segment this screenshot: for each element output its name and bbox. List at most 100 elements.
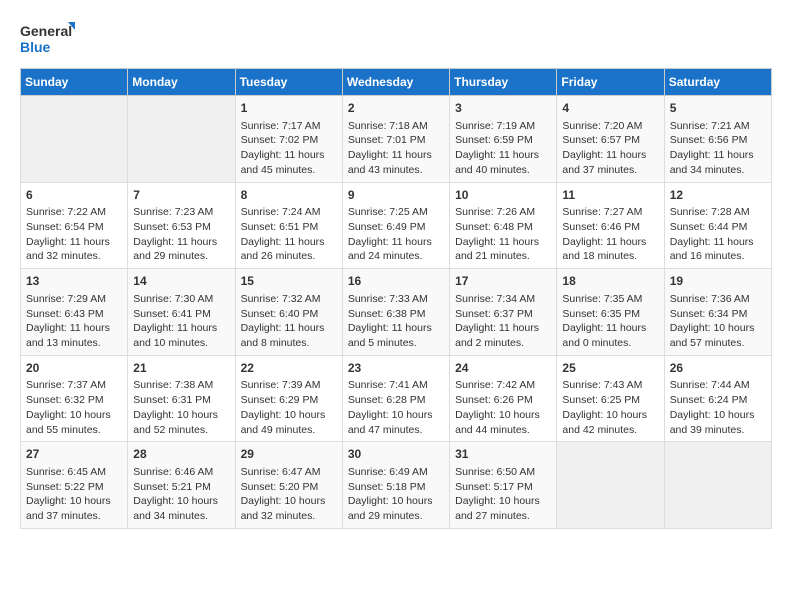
sunset-text: Sunset: 6:48 PM	[455, 221, 533, 233]
sunrise-text: Sunrise: 7:23 AM	[133, 206, 213, 218]
calendar-week-row: 20Sunrise: 7:37 AMSunset: 6:32 PMDayligh…	[21, 355, 772, 442]
calendar-cell: 15Sunrise: 7:32 AMSunset: 6:40 PMDayligh…	[235, 269, 342, 356]
page-header: General Blue	[20, 20, 772, 58]
day-number: 27	[26, 446, 122, 463]
calendar-cell: 31Sunrise: 6:50 AMSunset: 5:17 PMDayligh…	[450, 442, 557, 529]
daylight-text: Daylight: 11 hours and 24 minutes.	[348, 236, 432, 263]
day-number: 23	[348, 360, 444, 377]
sunset-text: Sunset: 6:25 PM	[562, 394, 640, 406]
day-number: 29	[241, 446, 337, 463]
sunset-text: Sunset: 5:17 PM	[455, 481, 533, 493]
sunset-text: Sunset: 6:35 PM	[562, 308, 640, 320]
calendar-cell: 16Sunrise: 7:33 AMSunset: 6:38 PMDayligh…	[342, 269, 449, 356]
daylight-text: Daylight: 11 hours and 43 minutes.	[348, 149, 432, 176]
day-number: 1	[241, 100, 337, 117]
day-number: 13	[26, 273, 122, 290]
calendar-week-row: 6 Sunrise: 7:22 AM Sunset: 6:54 PM Daylight…	[21, 182, 772, 269]
sunrise-text: Sunrise: 7:26 AM	[455, 206, 535, 218]
sunset-text: Sunset: 6:37 PM	[455, 308, 533, 320]
day-number: 14	[133, 273, 229, 290]
calendar-cell: 21Sunrise: 7:38 AMSunset: 6:31 PMDayligh…	[128, 355, 235, 442]
day-header-friday: Friday	[557, 69, 664, 96]
sunset-text: Sunset: 6:53 PM	[133, 221, 211, 233]
sunrise-text: Sunrise: 7:32 AM	[241, 293, 321, 305]
sunset-text: Sunset: 6:49 PM	[348, 221, 426, 233]
calendar-cell: 2Sunrise: 7:18 AMSunset: 7:01 PMDaylight…	[342, 96, 449, 183]
daylight-text: Daylight: 11 hours and 40 minutes.	[455, 149, 539, 176]
sunrise-text: Sunrise: 6:45 AM	[26, 466, 106, 478]
sunrise-text: Sunrise: 7:36 AM	[670, 293, 750, 305]
day-header-sunday: Sunday	[21, 69, 128, 96]
daylight-text: Daylight: 10 hours and 29 minutes.	[348, 495, 433, 522]
svg-text:General: General	[20, 23, 72, 39]
daylight-text: Daylight: 11 hours and 29 minutes.	[133, 236, 217, 263]
sunset-text: Sunset: 5:20 PM	[241, 481, 319, 493]
day-header-saturday: Saturday	[664, 69, 771, 96]
calendar-cell: 17Sunrise: 7:34 AMSunset: 6:37 PMDayligh…	[450, 269, 557, 356]
day-header-tuesday: Tuesday	[235, 69, 342, 96]
sunset-text: Sunset: 6:34 PM	[670, 308, 748, 320]
calendar-cell	[21, 96, 128, 183]
calendar-cell: 26Sunrise: 7:44 AMSunset: 6:24 PMDayligh…	[664, 355, 771, 442]
calendar-cell: 14Sunrise: 7:30 AMSunset: 6:41 PMDayligh…	[128, 269, 235, 356]
sunrise-text: Sunrise: 7:22 AM	[26, 206, 106, 218]
calendar-cell: 23Sunrise: 7:41 AMSunset: 6:28 PMDayligh…	[342, 355, 449, 442]
daylight-text: Daylight: 10 hours and 47 minutes.	[348, 409, 433, 436]
calendar-cell	[557, 442, 664, 529]
day-number: 21	[133, 360, 229, 377]
calendar-cell: 20Sunrise: 7:37 AMSunset: 6:32 PMDayligh…	[21, 355, 128, 442]
day-number: 30	[348, 446, 444, 463]
calendar-cell	[664, 442, 771, 529]
daylight-text: Daylight: 11 hours and 8 minutes.	[241, 322, 325, 349]
sunrise-text: Sunrise: 7:25 AM	[348, 206, 428, 218]
sunset-text: Sunset: 6:51 PM	[241, 221, 319, 233]
day-number: 4	[562, 100, 658, 117]
sunset-text: Sunset: 6:43 PM	[26, 308, 104, 320]
day-number: 6	[26, 187, 122, 204]
daylight-text: Daylight: 10 hours and 27 minutes.	[455, 495, 540, 522]
calendar-cell: 10Sunrise: 7:26 AMSunset: 6:48 PMDayligh…	[450, 182, 557, 269]
sunrise-text: Sunrise: 7:42 AM	[455, 379, 535, 391]
daylight-text: Daylight: 11 hours and 13 minutes.	[26, 322, 110, 349]
day-number: 20	[26, 360, 122, 377]
calendar-cell: 4Sunrise: 7:20 AMSunset: 6:57 PMDaylight…	[557, 96, 664, 183]
daylight-text: Daylight: 10 hours and 44 minutes.	[455, 409, 540, 436]
sunset-text: Sunset: 6:41 PM	[133, 308, 211, 320]
sunrise-text: Sunrise: 7:17 AM	[241, 120, 321, 132]
sunrise-text: Sunrise: 7:37 AM	[26, 379, 106, 391]
sunset-text: Sunset: 6:56 PM	[670, 134, 748, 146]
daylight-text: Daylight: 11 hours and 45 minutes.	[241, 149, 325, 176]
sunrise-text: Sunrise: 7:43 AM	[562, 379, 642, 391]
daylight-text: Daylight: 10 hours and 32 minutes.	[241, 495, 326, 522]
calendar-cell: 1Sunrise: 7:17 AMSunset: 7:02 PMDaylight…	[235, 96, 342, 183]
calendar-header-row: SundayMondayTuesdayWednesdayThursdayFrid…	[21, 69, 772, 96]
sunset-text: Sunset: 6:54 PM	[26, 221, 104, 233]
sunrise-text: Sunrise: 7:35 AM	[562, 293, 642, 305]
sunset-text: Sunset: 6:28 PM	[348, 394, 426, 406]
day-header-wednesday: Wednesday	[342, 69, 449, 96]
day-number: 26	[670, 360, 766, 377]
sunrise-text: Sunrise: 6:46 AM	[133, 466, 213, 478]
day-number: 17	[455, 273, 551, 290]
day-number: 7	[133, 187, 229, 204]
calendar-cell: 9Sunrise: 7:25 AMSunset: 6:49 PMDaylight…	[342, 182, 449, 269]
daylight-text: Daylight: 10 hours and 52 minutes.	[133, 409, 218, 436]
daylight-text: Daylight: 10 hours and 57 minutes.	[670, 322, 755, 349]
calendar-cell: 30Sunrise: 6:49 AMSunset: 5:18 PMDayligh…	[342, 442, 449, 529]
day-number: 3	[455, 100, 551, 117]
sunset-text: Sunset: 6:40 PM	[241, 308, 319, 320]
daylight-text: Daylight: 10 hours and 49 minutes.	[241, 409, 326, 436]
logo: General Blue	[20, 20, 75, 58]
sunset-text: Sunset: 6:38 PM	[348, 308, 426, 320]
sunrise-text: Sunrise: 7:33 AM	[348, 293, 428, 305]
sunset-text: Sunset: 6:29 PM	[241, 394, 319, 406]
day-number: 10	[455, 187, 551, 204]
sunrise-text: Sunrise: 7:19 AM	[455, 120, 535, 132]
calendar-cell: 3Sunrise: 7:19 AMSunset: 6:59 PMDaylight…	[450, 96, 557, 183]
calendar-cell: 22Sunrise: 7:39 AMSunset: 6:29 PMDayligh…	[235, 355, 342, 442]
sunrise-text: Sunrise: 7:39 AM	[241, 379, 321, 391]
sunrise-text: Sunrise: 7:20 AM	[562, 120, 642, 132]
calendar-cell: 24Sunrise: 7:42 AMSunset: 6:26 PMDayligh…	[450, 355, 557, 442]
sunset-text: Sunset: 6:24 PM	[670, 394, 748, 406]
calendar-week-row: 27Sunrise: 6:45 AMSunset: 5:22 PMDayligh…	[21, 442, 772, 529]
